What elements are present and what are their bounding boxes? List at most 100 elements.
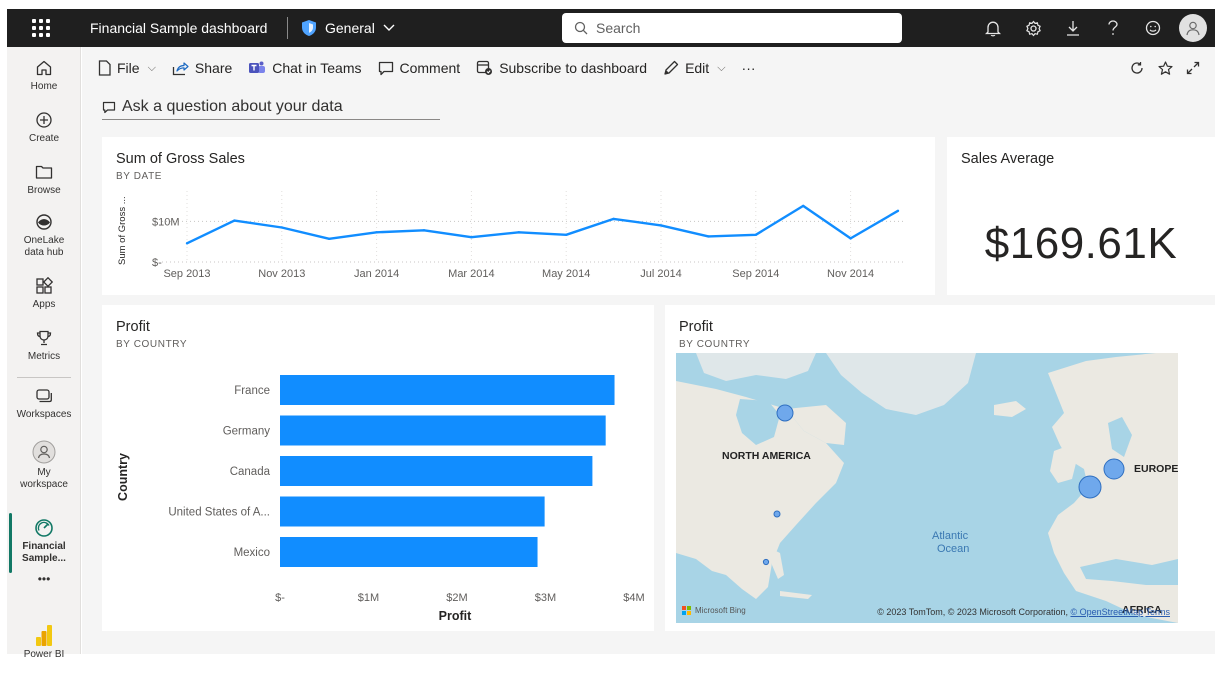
edit-menu-button[interactable]: Edit ⌵ (663, 60, 726, 76)
search-placeholder: Search (596, 20, 641, 36)
chevron-down-icon (383, 24, 395, 31)
nav-home-label: Home (30, 81, 58, 92)
data-point (707, 235, 710, 238)
category-label: United States of A... (168, 507, 270, 519)
profit-bar-tile[interactable]: Profit BY COUNTRY $- $1M $2M $3M $4M France Ge… (102, 305, 654, 631)
share-button[interactable]: Share (172, 60, 232, 76)
chat-in-teams-button[interactable]: Chat in Teams (248, 60, 362, 76)
comment-label: Comment (399, 60, 461, 76)
y-axis-title: Sum of Gross ... (117, 196, 128, 265)
powerbi-logo-icon (36, 625, 52, 646)
onelake-icon (36, 214, 52, 230)
x-tick-label: Sep 2014 (732, 268, 779, 280)
subscribe-icon (477, 60, 493, 75)
nav-my-workspace[interactable]: My workspace (7, 439, 81, 491)
download-button[interactable] (1053, 9, 1093, 47)
qa-input[interactable]: Ask a question about your data (102, 95, 440, 120)
expand-icon (1186, 61, 1200, 75)
account-avatar[interactable] (1179, 14, 1207, 42)
pencil-icon (664, 60, 679, 75)
data-point (896, 209, 900, 213)
data-point (422, 229, 426, 232)
bing-logo-text: Microsoft Bing (695, 606, 746, 615)
nav-create[interactable]: Create (7, 109, 81, 145)
category-label: Canada (230, 466, 271, 478)
x-tick-label: $3M (535, 592, 556, 604)
star-icon (1157, 60, 1173, 75)
home-icon (36, 60, 52, 76)
nav-financial-sample[interactable]: Financial Sample... (7, 517, 81, 565)
united-states-bubble (773, 510, 781, 518)
nav-powerbi-label: Power BI (23, 649, 65, 660)
bar (280, 375, 615, 405)
refresh-button[interactable] (1123, 54, 1151, 82)
more-dots-icon: ••• (37, 572, 51, 586)
question-mark-icon (1108, 20, 1118, 35)
bar (280, 456, 593, 486)
sensitivity-label-button[interactable]: General (301, 18, 395, 38)
x-tick-label: Jul 2014 (640, 268, 682, 280)
canada-bubble (776, 404, 794, 422)
nav-powerbi[interactable]: Power BI (7, 623, 81, 661)
nav-apps-label: Apps (32, 299, 56, 310)
x-tick-label: $4M (623, 592, 644, 604)
file-menu-button[interactable]: File ⌵ (98, 60, 156, 76)
chat-label: Chat in Teams (272, 60, 362, 76)
nav-my-workspace-label-2: workspace (20, 479, 68, 490)
mexico-bubble (762, 558, 770, 566)
comment-button[interactable]: Comment (378, 60, 461, 76)
microsoft-logo-icon (682, 606, 691, 615)
subscribe-button[interactable]: Subscribe to dashboard (476, 60, 647, 76)
feedback-button[interactable] (1133, 9, 1173, 47)
data-point (470, 236, 473, 239)
bar (280, 496, 545, 527)
germany-bubble (1103, 458, 1125, 480)
category-label: France (234, 385, 270, 397)
file-label: File (117, 60, 140, 76)
x-tick-label: May 2014 (542, 268, 590, 280)
attribution-text: © 2023 TomTom, © 2023 Microsoft Corporat… (877, 607, 1068, 617)
gross-sales-line-chart: $10M $- Sum of Gross ... Sep 2013 Nov 2013 Ja… (117, 191, 906, 280)
trophy-icon (36, 330, 52, 346)
osm-link[interactable]: © OpenStreetMap (1070, 607, 1143, 617)
search-box[interactable]: Search (562, 13, 902, 43)
nav-workspaces[interactable]: Workspaces (7, 385, 81, 421)
edit-label: Edit (685, 60, 710, 76)
fullscreen-button[interactable] (1179, 54, 1207, 82)
x-tick-label: Mar 2014 (448, 268, 494, 280)
download-icon (1067, 21, 1079, 36)
data-point (233, 219, 236, 222)
gear-icon (1025, 20, 1041, 36)
qa-placeholder: Ask a question about your data (122, 98, 343, 115)
profit-map-tile[interactable]: Profit BY COUNTRY NORTH AMERICA EUROPE A… (665, 305, 1215, 631)
more-options-button[interactable]: ··· (742, 60, 756, 76)
label-europe: EUROPE (1134, 463, 1178, 475)
data-point (802, 204, 805, 208)
refresh-icon (1131, 62, 1143, 74)
data-point (280, 226, 283, 229)
app-launcher-button[interactable] (13, 9, 69, 47)
settings-button[interactable] (1013, 9, 1053, 47)
nav-metrics-label: Metrics (27, 351, 61, 362)
share-label: Share (194, 60, 233, 76)
gross-sales-tile[interactable]: Sum of Gross Sales BY DATE $10M $- Sum of … (102, 137, 935, 295)
help-button[interactable] (1093, 9, 1133, 47)
x-axis-title: Profit (439, 609, 472, 623)
nav-more-button[interactable]: ••• (7, 573, 81, 585)
dashboard-title[interactable]: Financial Sample dashboard (90, 20, 267, 36)
bell-icon (985, 21, 1001, 36)
nav-apps[interactable]: Apps (7, 275, 81, 311)
terms-link[interactable]: Terms (1146, 607, 1171, 617)
data-point (849, 237, 852, 240)
sensitivity-label: General (325, 20, 375, 36)
data-point (185, 242, 189, 245)
nav-onelake[interactable]: OneLake data hub (7, 211, 81, 259)
nav-metrics[interactable]: Metrics (7, 327, 81, 363)
nav-browse[interactable]: Browse (7, 161, 81, 197)
sales-average-tile[interactable]: Sales Average $169.61K (947, 137, 1215, 295)
nav-home[interactable]: Home (7, 57, 81, 93)
x-tick-label: Nov 2013 (258, 268, 305, 280)
notifications-button[interactable] (973, 9, 1013, 47)
map-view[interactable]: NORTH AMERICA EUROPE Atlantic Ocean AFRI… (676, 353, 1178, 623)
favorite-button[interactable] (1151, 54, 1179, 82)
